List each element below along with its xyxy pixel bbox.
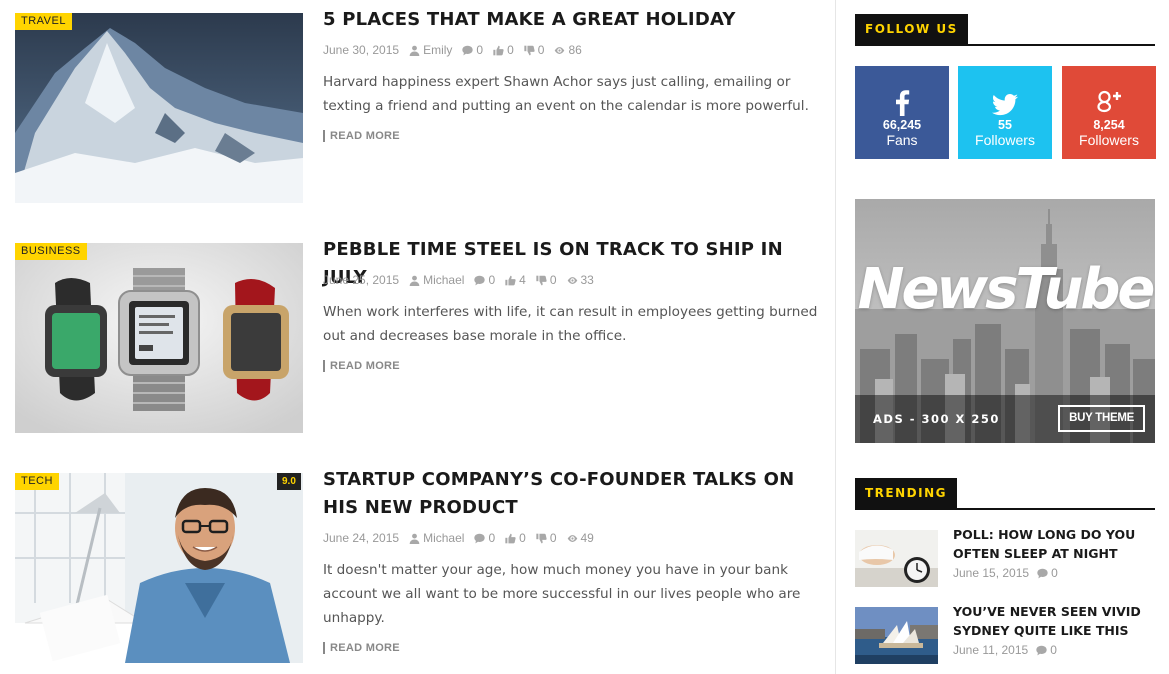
facebook-count: 66,245 — [882, 118, 922, 132]
post-title[interactable]: STARTUP COMPANY’S CO-FOUNDER TALKS ON HI… — [323, 466, 818, 522]
view-count: 49 — [567, 531, 594, 545]
post-title[interactable]: 5 PLACES THAT MAKE A GREAT HOLIDAY — [323, 6, 818, 34]
twitter-button[interactable]: 55 Followers — [958, 66, 1052, 159]
follow-us-heading: FOLLOW US — [855, 14, 1155, 46]
like-count[interactable]: 0 — [505, 531, 526, 545]
thumbs-up-icon — [493, 45, 504, 56]
twitter-label: Followers — [975, 132, 1035, 148]
facebook-label: Fans — [886, 132, 918, 148]
eye-icon — [554, 45, 565, 56]
category-badge[interactable]: BUSINESS — [15, 243, 87, 260]
thumbs-up-icon — [505, 275, 516, 286]
comment-icon — [462, 45, 473, 56]
post-card: TECH 9.0 STARTUP COMPANY’S CO-FOUNDER TA… — [15, 469, 820, 673]
post-excerpt: When work interferes with life, it can r… — [323, 304, 818, 344]
thumbs-down-icon — [536, 275, 547, 286]
eye-icon — [567, 275, 578, 286]
trending-item: POLL: HOW LONG DO YOU OFTEN SLEEP AT NIG… — [855, 527, 1155, 590]
post-thumbnail[interactable] — [15, 473, 303, 663]
post-card: TRAVEL 5 PLACES THAT MAKE A GREAT HOLIDA… — [15, 9, 820, 213]
user-icon — [409, 45, 420, 56]
trending-title[interactable]: POLL: HOW LONG DO YOU OFTEN SLEEP AT NIG… — [953, 525, 1153, 563]
google-plus-count: 8,254 — [1093, 118, 1125, 132]
trending-meta: June 15, 2015 0 — [953, 566, 1058, 580]
category-badge[interactable]: TRAVEL — [15, 13, 72, 30]
facebook-button[interactable]: 66,245 Fans — [855, 66, 949, 159]
post-meta: June 30, 2015 Emily 0 0 0 86 — [323, 43, 582, 57]
smartwatch-image — [15, 243, 303, 433]
google-plus-button[interactable]: 8,254 Followers — [1062, 66, 1156, 159]
comment-count[interactable]: 0 — [1037, 566, 1058, 580]
read-more-link[interactable]: READ MORE — [323, 130, 400, 142]
view-count: 33 — [567, 273, 594, 287]
comment-icon — [1036, 645, 1047, 656]
trending-item: YOU’VE NEVER SEEN VIVID SYDNEY QUITE LIK… — [855, 604, 1155, 667]
comment-count[interactable]: 0 — [1036, 643, 1057, 657]
comment-icon — [474, 275, 485, 286]
post-author[interactable]: Emily — [409, 43, 452, 57]
facebook-icon — [855, 66, 949, 118]
eye-icon — [567, 533, 578, 544]
sydney-opera-house-image — [855, 607, 938, 664]
view-count: 86 — [554, 43, 582, 57]
twitter-icon — [958, 66, 1052, 118]
post-author[interactable]: Michael — [409, 531, 464, 545]
comment-icon — [474, 533, 485, 544]
read-more-link[interactable]: READ MORE — [323, 642, 400, 654]
post-author[interactable]: Michael — [409, 273, 464, 287]
sleeping-child-image — [855, 530, 938, 587]
widget-title: TRENDING — [855, 478, 957, 508]
man-at-desk-image — [15, 473, 303, 663]
buy-theme-button[interactable]: BUY THEME — [1058, 405, 1145, 432]
thumbs-down-icon — [536, 533, 547, 544]
comment-count[interactable]: 0 — [462, 43, 483, 57]
post-meta: June 24, 2015 Michael 0 0 0 49 — [323, 531, 594, 545]
post-date: June 30, 2015 — [323, 43, 400, 57]
trending-date: June 11, 2015 — [953, 643, 1029, 657]
post-excerpt: Harvard happiness expert Shawn Achor say… — [323, 74, 809, 114]
ad-size-label: ADS - 300 X 250 — [873, 412, 1000, 426]
comment-count[interactable]: 0 — [474, 531, 495, 545]
dislike-count[interactable]: 0 — [536, 273, 557, 287]
trending-thumbnail[interactable] — [855, 607, 938, 664]
mountain-image — [15, 13, 303, 203]
user-icon — [409, 275, 420, 286]
review-score-badge: 9.0 — [277, 473, 301, 490]
dislike-count[interactable]: 0 — [536, 531, 557, 545]
post-card: BUSINESS PEBBLE TIME STEEL IS ON TRACK T… — [15, 239, 820, 443]
social-counters: 66,245 Fans 55 Followers 8,254 Followers — [855, 66, 1156, 159]
user-icon — [409, 533, 420, 544]
google-plus-label: Followers — [1079, 132, 1139, 148]
trending-meta: June 11, 2015 0 — [953, 643, 1057, 657]
dislike-count[interactable]: 0 — [524, 43, 544, 57]
read-more-link[interactable]: READ MORE — [323, 360, 400, 372]
thumbs-up-icon — [505, 533, 516, 544]
widget-title: FOLLOW US — [855, 14, 968, 44]
post-date: June 24, 2015 — [323, 531, 400, 545]
comment-icon — [1037, 568, 1048, 579]
trending-title[interactable]: YOU’VE NEVER SEEN VIVID SYDNEY QUITE LIK… — [953, 602, 1153, 640]
thumbs-down-icon — [524, 45, 535, 56]
post-meta: June 25, 2015 Michael 0 4 0 33 — [323, 273, 594, 287]
post-thumbnail[interactable] — [15, 243, 303, 433]
trending-heading: TRENDING — [855, 478, 1155, 510]
post-date: June 25, 2015 — [323, 273, 400, 287]
google-plus-icon — [1062, 66, 1156, 118]
trending-thumbnail[interactable] — [855, 530, 938, 587]
ad-banner[interactable]: NewsTube ADS - 300 X 250 BUY THEME — [855, 199, 1155, 443]
main-column: TRAVEL 5 PLACES THAT MAKE A GREAT HOLIDA… — [0, 0, 836, 674]
newstube-logo: NewsTube — [857, 257, 1155, 322]
like-count[interactable]: 4 — [505, 273, 526, 287]
like-count[interactable]: 0 — [493, 43, 514, 57]
trending-date: June 15, 2015 — [953, 566, 1030, 580]
post-thumbnail[interactable] — [15, 13, 303, 203]
twitter-count: 55 — [998, 118, 1012, 132]
post-excerpt: It doesn't matter your age, how much mon… — [323, 562, 801, 626]
comment-count[interactable]: 0 — [474, 273, 495, 287]
ad-footer-bar: ADS - 300 X 250 BUY THEME — [855, 395, 1155, 443]
category-badge[interactable]: TECH — [15, 473, 59, 490]
